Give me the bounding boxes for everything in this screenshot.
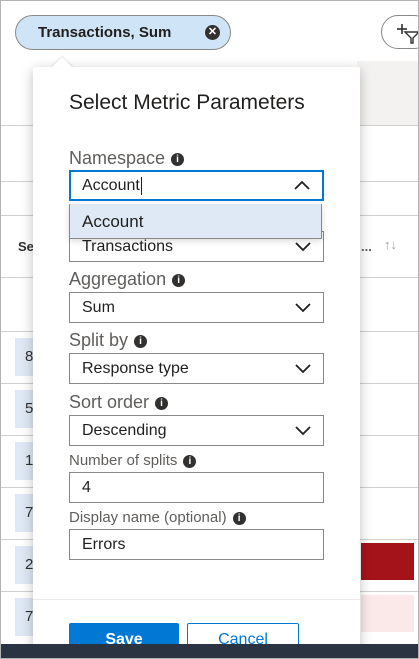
table-row-value: 1 [15, 442, 35, 480]
info-icon[interactable]: i [183, 454, 197, 468]
number-of-splits-input[interactable]: 4 [69, 472, 324, 503]
split-by-value: Response type [82, 360, 189, 377]
metric-chip[interactable]: Transactions, Sum [15, 15, 231, 50]
metric-chip-label: Transactions, Sum [38, 24, 172, 41]
aggregation-label-text: Aggregation [69, 269, 167, 289]
popup-footer-divider [33, 599, 360, 600]
add-filter-icon [397, 24, 418, 44]
taskbar-band [1, 644, 418, 658]
number-of-splits-label-text: Number of splits [69, 452, 178, 469]
heat-bar [361, 543, 414, 580]
table-row-value: 7 [15, 598, 35, 636]
table-row-value: 2 [15, 546, 35, 584]
info-icon[interactable]: i [172, 273, 186, 287]
table-row-value: 7 [15, 494, 35, 532]
display-name-input[interactable]: Errors [69, 529, 324, 560]
toolbar-panel [357, 61, 418, 125]
split-by-label: Split by i [69, 330, 148, 351]
info-icon[interactable]: i [171, 152, 185, 166]
chevron-down-icon [295, 364, 311, 374]
number-of-splits-value: 4 [82, 479, 91, 496]
namespace-option[interactable]: Account [82, 212, 143, 232]
table-row-value: 5 [15, 390, 35, 428]
namespace-options-list: Account [69, 204, 322, 239]
text-cursor [140, 176, 142, 195]
sort-order-value: Descending [82, 422, 167, 439]
popup-title: Select Metric Parameters [69, 91, 305, 114]
display-name-label: Display name (optional) i [69, 509, 246, 526]
sort-order-label: Sort order i [69, 392, 169, 413]
info-icon[interactable]: i [232, 511, 246, 525]
namespace-value: Account [82, 177, 140, 194]
aggregation-label: Aggregation i [69, 269, 186, 290]
number-of-splits-label: Number of splits i [69, 452, 197, 469]
add-filter-button[interactable] [381, 15, 418, 49]
aggregation-dropdown[interactable]: Sum [69, 292, 324, 323]
sort-order-dropdown[interactable]: Descending [69, 415, 324, 446]
chevron-down-icon [295, 426, 311, 436]
table-column-header[interactable]: Se [18, 239, 34, 254]
namespace-label: Namespace i [69, 148, 185, 169]
info-icon[interactable]: i [155, 396, 169, 410]
chevron-up-icon[interactable] [292, 172, 312, 199]
sort-icon[interactable]: ↑↓ [384, 237, 397, 252]
split-by-dropdown[interactable]: Response type [69, 353, 324, 384]
aggregation-value: Sum [82, 299, 115, 316]
info-icon[interactable]: i [134, 334, 148, 348]
metric-value: Transactions [82, 238, 173, 255]
table-column-header[interactable]: ... [361, 239, 372, 254]
sort-order-label-text: Sort order [69, 392, 150, 412]
chevron-down-icon [295, 303, 311, 313]
namespace-label-text: Namespace [69, 148, 166, 168]
namespace-combobox[interactable]: Account [69, 170, 324, 201]
display-name-label-text: Display name (optional) [69, 509, 227, 526]
heat-bar [361, 595, 414, 632]
display-name-value: Errors [82, 536, 126, 553]
split-by-label-text: Split by [69, 330, 129, 350]
close-circle-icon[interactable]: ✕ [205, 25, 220, 40]
popup-pointer [51, 57, 73, 68]
table-row-value: 8 [15, 338, 35, 376]
app-frame: Transactions, Sum ✕ Se ... ↑↓ 8 5 1 7 2 … [0, 0, 419, 659]
